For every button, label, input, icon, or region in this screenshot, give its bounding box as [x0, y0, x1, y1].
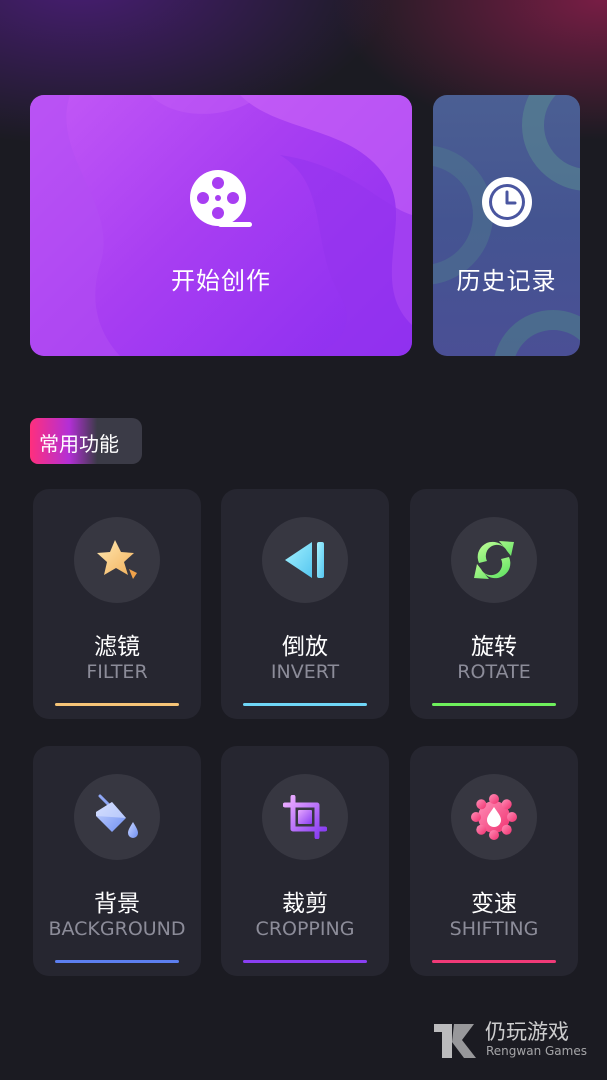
- clock-icon: [481, 176, 533, 232]
- background-label: 背景: [94, 891, 140, 917]
- speed-drop-icon: [471, 794, 517, 840]
- filter-label: 滤镜: [94, 634, 140, 660]
- cropping-label: 裁剪: [282, 891, 328, 917]
- background-tile[interactable]: 背景 BACKGROUND: [33, 746, 201, 976]
- common-functions-tag: 常用功能: [30, 418, 142, 464]
- filter-sublabel: FILTER: [86, 661, 148, 683]
- rotate-icon: [474, 541, 514, 579]
- section-title: 常用功能: [39, 432, 119, 456]
- crop-icon: [283, 795, 327, 839]
- start-creating-card[interactable]: 开始创作: [30, 95, 412, 356]
- rotate-tile[interactable]: 旋转 ROTATE: [410, 489, 578, 719]
- background-accent-bar: [55, 960, 179, 963]
- start-creating-label: 开始创作: [171, 267, 271, 295]
- shifting-sublabel: SHIFTING: [449, 918, 539, 940]
- invert-tile[interactable]: 倒放 INVERT: [221, 489, 389, 719]
- background-sublabel: BACKGROUND: [48, 918, 186, 940]
- rotate-sublabel: ROTATE: [457, 661, 531, 683]
- paint-bucket-icon: [96, 794, 138, 838]
- history-label: 历史记录: [456, 267, 557, 295]
- watermark-name: 仍玩游戏: [485, 1020, 569, 1044]
- cropping-icon-circle: [262, 774, 348, 860]
- rotate-icon-circle: [451, 517, 537, 603]
- filter-tile[interactable]: 滤镜 FILTER: [33, 489, 201, 719]
- rotate-label: 旋转: [471, 634, 517, 660]
- filter-accent-bar: [55, 703, 179, 706]
- invert-sublabel: INVERT: [270, 661, 340, 683]
- cropping-tile[interactable]: 裁剪 CROPPING: [221, 746, 389, 976]
- star-icon: [97, 540, 137, 579]
- background-icon-circle: [74, 774, 160, 860]
- shifting-label: 变速: [471, 891, 517, 917]
- film-reel-icon: [188, 168, 254, 234]
- reverse-play-icon: [285, 542, 324, 578]
- history-card[interactable]: 历史记录: [433, 95, 580, 356]
- watermark: 仍玩游戏 Rengwan Games: [432, 1016, 592, 1061]
- invert-accent-bar: [243, 703, 367, 706]
- cropping-sublabel: CROPPING: [255, 918, 355, 940]
- watermark-subtitle: Rengwan Games: [486, 1044, 587, 1058]
- invert-icon-circle: [262, 517, 348, 603]
- watermark-logo-icon: [432, 1018, 478, 1064]
- invert-label: 倒放: [282, 634, 328, 660]
- rotate-accent-bar: [432, 703, 556, 706]
- shifting-tile[interactable]: 变速 SHIFTING: [410, 746, 578, 976]
- filter-icon-circle: [74, 517, 160, 603]
- shifting-accent-bar: [432, 960, 556, 963]
- cropping-accent-bar: [243, 960, 367, 963]
- shifting-icon-circle: [451, 774, 537, 860]
